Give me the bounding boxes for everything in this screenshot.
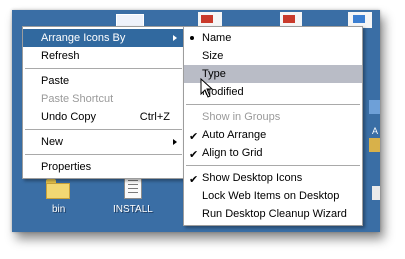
checkmark-icon: ✔ — [189, 149, 199, 161]
submenu-item-run-cleanup-wizard[interactable]: Run Desktop Cleanup Wizard — [184, 205, 362, 223]
desktop-context-menu: Arrange Icons By Refresh Paste Paste Sho… — [22, 26, 185, 179]
menu-item-refresh[interactable]: Refresh — [23, 47, 184, 65]
menu-item-new[interactable]: New — [23, 133, 184, 151]
desktop-icon-partial[interactable] — [369, 138, 380, 152]
submenu-item-align-to-grid[interactable]: ✔ Align to Grid — [184, 144, 362, 162]
submenu-arrow-icon — [173, 35, 177, 41]
menu-item-undo-copy[interactable]: Undo Copy Ctrl+Z — [23, 108, 184, 126]
menu-item-label: Undo Copy — [41, 111, 97, 123]
desktop-icon-label-bin[interactable]: bin — [52, 204, 65, 215]
screenshot-frame: bin INSTALL A Arrange Icons By Refresh P… — [12, 10, 380, 232]
submenu-item-auto-arrange[interactable]: ✔ Auto Arrange — [184, 126, 362, 144]
menu-item-paste[interactable]: Paste — [23, 72, 184, 90]
desktop-icon-label-install[interactable]: INSTALL — [113, 204, 153, 215]
submenu-item-show-in-groups: Show in Groups — [184, 108, 362, 126]
folder-icon[interactable] — [46, 179, 70, 199]
desktop-edge-label: A — [372, 126, 379, 136]
menu-item-label: Arrange Icons By — [41, 32, 126, 44]
submenu-item-label: Size — [202, 50, 224, 62]
menu-separator — [25, 129, 182, 130]
submenu-item-label: Lock Web Items on Desktop — [202, 190, 340, 202]
menu-item-label: Refresh — [41, 50, 80, 62]
menu-item-arrange-icons-by[interactable]: Arrange Icons By — [23, 29, 184, 47]
menu-item-properties[interactable]: Properties — [23, 158, 184, 176]
arrange-icons-submenu: Name Size Type Modified Show in Groups ✔… — [183, 26, 363, 226]
submenu-item-label: Align to Grid — [202, 147, 263, 159]
submenu-item-name[interactable]: Name — [184, 29, 362, 47]
menu-item-label: Paste — [41, 75, 70, 87]
menu-item-label: New — [41, 136, 64, 148]
submenu-item-size[interactable]: Size — [184, 47, 362, 65]
menu-separator — [25, 68, 182, 69]
menu-item-shortcut: Ctrl+Z — [139, 111, 170, 123]
submenu-item-lock-web-items[interactable]: Lock Web Items on Desktop — [184, 187, 362, 205]
desktop-icon-partial[interactable] — [372, 186, 380, 200]
submenu-item-label: Name — [202, 32, 232, 44]
submenu-item-label: Show in Groups — [202, 111, 281, 123]
submenu-item-label: Run Desktop Cleanup Wizard — [202, 208, 347, 220]
menu-item-paste-shortcut: Paste Shortcut — [23, 90, 184, 108]
submenu-item-label: Show Desktop Icons — [202, 172, 303, 184]
menu-separator — [186, 104, 360, 105]
submenu-arrow-icon — [173, 139, 177, 145]
radio-bullet-icon — [190, 36, 194, 40]
menu-item-label: Properties — [41, 161, 92, 173]
menu-item-label: Paste Shortcut — [41, 93, 114, 105]
submenu-item-show-desktop-icons[interactable]: ✔ Show Desktop Icons — [184, 169, 362, 187]
menu-separator — [186, 165, 360, 166]
mouse-pointer-icon — [200, 78, 214, 98]
menu-separator — [25, 154, 182, 155]
desktop-icon-partial[interactable] — [369, 100, 380, 114]
submenu-item-label: Auto Arrange — [202, 129, 267, 141]
